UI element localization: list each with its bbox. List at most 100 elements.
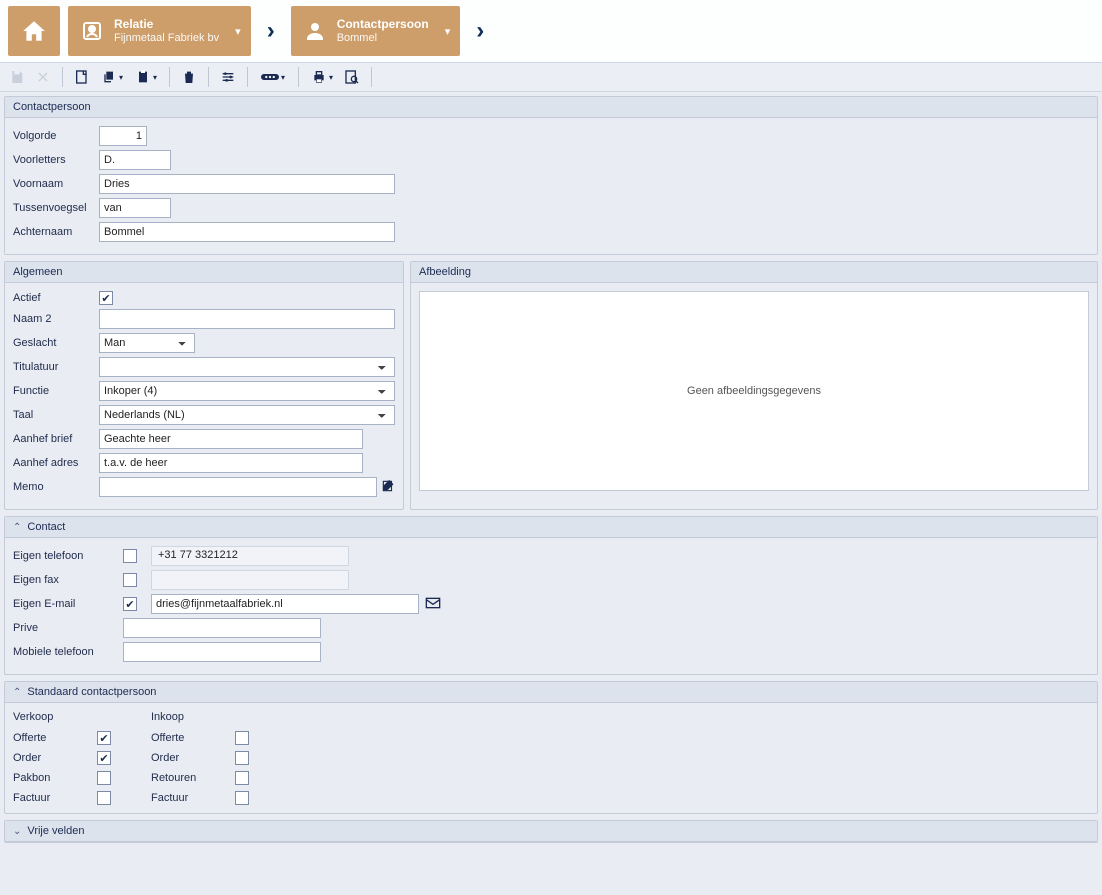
label-pakbon: Pakbon [13,772,87,784]
label-eigen-tel: Eigen telefoon [13,550,123,562]
aanhef-brief-input[interactable] [99,429,363,449]
collapse-icon[interactable]: ⌃ [13,687,21,698]
chevron-down-icon[interactable]: ▾ [227,25,241,38]
label-mobiel: Mobiele telefoon [13,646,123,658]
label-retouren: Retouren [151,772,225,784]
eigen-fax-checkbox[interactable] [123,573,137,587]
breadcrumb-relatie[interactable]: Relatie Fijnmetaal Fabriek bv ▾ [68,6,251,56]
panel-title: Afbeelding [419,266,471,278]
chevron-down-icon[interactable]: ▾ [437,25,451,38]
label-memo: Memo [13,481,99,493]
person-icon [301,17,329,45]
panel-afbeelding: Afbeelding Geen afbeeldingsgegevens [410,261,1098,510]
label-titulatuur: Titulatuur [13,361,99,373]
no-image-text: Geen afbeeldingsgegevens [687,385,821,397]
voorletters-input[interactable] [99,150,171,170]
toolbar: ▾ ▾ ▾ ▾ [0,62,1102,92]
eigen-email-checkbox[interactable]: ✔ [123,597,137,611]
label-tussenvoegsel: Tussenvoegsel [13,202,99,214]
label-aanhef-adres: Aanhef adres [13,457,99,469]
card-icon [78,17,106,45]
memo-edit-icon[interactable] [381,479,395,496]
panel-contactpersoon: Contactpersoon Volgorde Voorletters Voor… [4,96,1098,255]
inkoop-offerte-checkbox[interactable] [235,731,249,745]
label-order: Order [13,752,87,764]
functie-select[interactable]: Inkoper (4) [99,381,395,401]
delete-button[interactable] [178,66,200,88]
label-naam2: Naam 2 [13,313,99,325]
mail-icon[interactable] [425,596,441,612]
print-button[interactable]: ▾ [307,66,337,88]
verkoop-offerte-checkbox[interactable]: ✔ [97,731,111,745]
inkoop-header: Inkoop [151,711,249,723]
label-volgorde: Volgorde [13,130,99,142]
breadcrumb-contact-title: Contactpersoon [337,17,429,31]
panel-title: Algemeen [13,266,63,278]
panel-contact: ⌃ Contact Eigen telefoon +31 77 3321212 … [4,516,1098,675]
cancel-button [32,66,54,88]
inkoop-retouren-checkbox[interactable] [235,771,249,785]
panel-title: Contactpersoon [13,101,91,113]
search-button[interactable] [341,66,363,88]
aanhef-adres-input[interactable] [99,453,363,473]
copy-button[interactable]: ▾ [97,66,127,88]
label-eigen-fax: Eigen fax [13,574,123,586]
label-eigen-email: Eigen E-mail [13,598,123,610]
breadcrumb: Relatie Fijnmetaal Fabriek bv ▾ › Contac… [0,0,1102,62]
achternaam-input[interactable] [99,222,395,242]
label-taal: Taal [13,409,99,421]
new-button[interactable] [71,66,93,88]
more-button[interactable]: ▾ [256,66,290,88]
paste-button[interactable]: ▾ [131,66,161,88]
inkoop-column: Inkoop Offerte Order Retouren Factuur [151,711,249,805]
label-aanhef-brief: Aanhef brief [13,433,99,445]
label-order: Order [151,752,225,764]
label-geslacht: Geslacht [13,337,99,349]
panel-algemeen: Algemeen Actief ✔ Naam 2 Geslacht Man Ti… [4,261,404,510]
expand-icon[interactable]: ⌄ [13,826,21,837]
label-factuur: Factuur [151,792,225,804]
chevron-right-icon: › [259,17,283,45]
eigen-email-input[interactable] [151,594,419,614]
home-icon [20,17,48,45]
volgorde-input[interactable] [99,126,147,146]
chevron-right-icon: › [468,17,492,45]
panel-title: Vrije velden [27,825,84,837]
label-actief: Actief [13,292,99,304]
panel-standaard: ⌃ Standaard contactpersoon Verkoop Offer… [4,681,1098,814]
collapse-icon[interactable]: ⌃ [13,522,21,533]
mobiel-input[interactable] [123,642,321,662]
verkoop-order-checkbox[interactable]: ✔ [97,751,111,765]
verkoop-column: Verkoop Offerte✔ Order✔ Pakbon Factuur [13,711,111,805]
eigen-fax-value [151,570,349,590]
label-voornaam: Voornaam [13,178,99,190]
memo-input[interactable] [99,477,377,497]
panel-title: Contact [27,521,65,533]
eigen-tel-checkbox[interactable] [123,549,137,563]
verkoop-factuur-checkbox[interactable] [97,791,111,805]
breadcrumb-relatie-title: Relatie [114,17,219,31]
breadcrumb-relatie-sub: Fijnmetaal Fabriek bv [114,32,219,45]
actief-checkbox[interactable]: ✔ [99,291,113,305]
label-prive: Prive [13,622,123,634]
label-factuur: Factuur [13,792,87,804]
tussenvoegsel-input[interactable] [99,198,171,218]
image-placeholder: Geen afbeeldingsgegevens [419,291,1089,491]
label-achternaam: Achternaam [13,226,99,238]
settings-button[interactable] [217,66,239,88]
breadcrumb-home[interactable] [8,6,60,56]
naam2-input[interactable] [99,309,395,329]
verkoop-pakbon-checkbox[interactable] [97,771,111,785]
label-offerte: Offerte [151,732,225,744]
taal-select[interactable]: Nederlands (NL) [99,405,395,425]
voornaam-input[interactable] [99,174,395,194]
inkoop-order-checkbox[interactable] [235,751,249,765]
save-button [6,66,28,88]
label-voorletters: Voorletters [13,154,99,166]
prive-input[interactable] [123,618,321,638]
breadcrumb-contact[interactable]: Contactpersoon Bommel ▾ [291,6,461,56]
inkoop-factuur-checkbox[interactable] [235,791,249,805]
titulatuur-select[interactable] [99,357,395,377]
geslacht-select[interactable]: Man [99,333,195,353]
panel-header-contactpersoon: Contactpersoon [5,97,1097,118]
